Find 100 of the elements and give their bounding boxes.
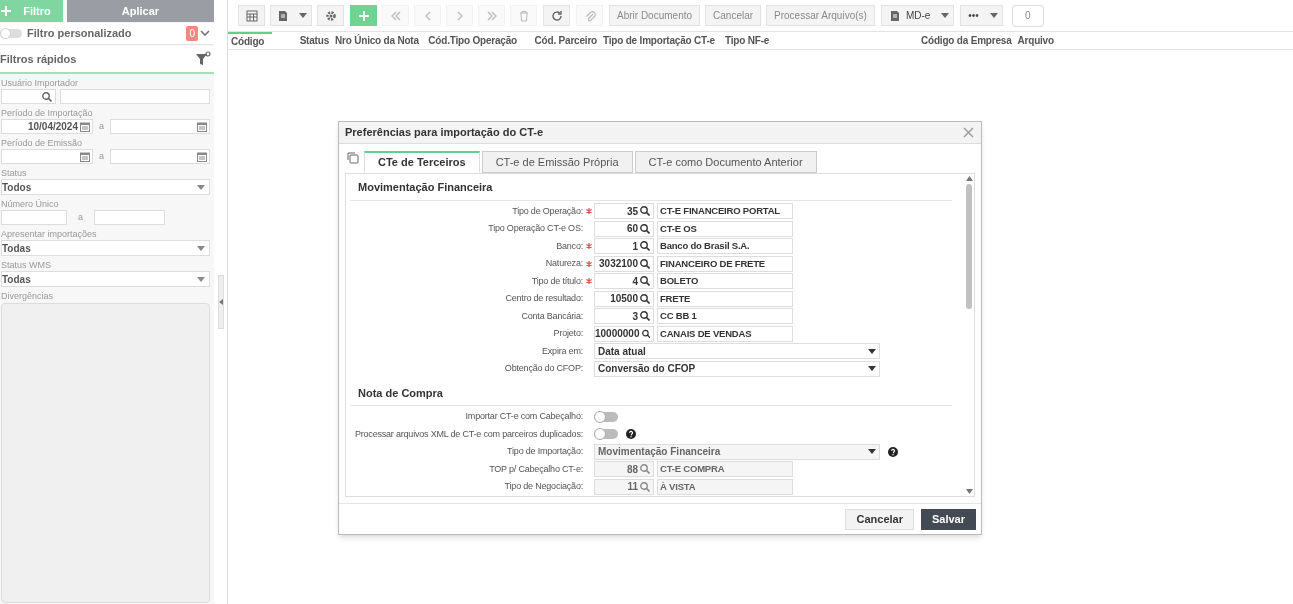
input-field[interactable]: CT-E FINANCEIRO PORTAL: [657, 203, 793, 220]
input-field[interactable]: FINANCEIRO DE FRETE: [657, 255, 793, 272]
column-header[interactable]: Nro Único da Nota: [332, 32, 422, 49]
code-field[interactable]: 1: [594, 238, 654, 255]
document-icon: [888, 9, 901, 22]
toolbar-icon-button[interactable]: [543, 5, 570, 26]
toggle-switch[interactable]: [594, 429, 618, 440]
toggle-switch[interactable]: [594, 411, 618, 422]
tab[interactable]: CT-e de Emissão Própria: [481, 151, 633, 173]
column-header[interactable]: Código: [228, 32, 272, 49]
cancel-button[interactable]: Cancelar: [845, 508, 914, 530]
search-icon: [640, 293, 650, 304]
tab[interactable]: CT-e como Documento Anterior: [634, 151, 817, 173]
range-separator: a: [78, 210, 83, 224]
caret-down-icon: [197, 184, 205, 190]
toolbar-button[interactable]: MD-e: [880, 5, 938, 26]
date-field[interactable]: [110, 149, 210, 164]
search-icon: [640, 206, 650, 217]
field-value: À VISTA: [660, 479, 696, 494]
code-field[interactable]: [1, 89, 56, 104]
toolbar-icon-button[interactable]: [270, 5, 295, 26]
select-field[interactable]: Todas: [1, 240, 210, 256]
toolbar-icon-button[interactable]: [238, 5, 265, 26]
date-value: 10/04/2024: [27, 120, 78, 134]
select-field[interactable]: Todas: [1, 271, 210, 287]
field-label: Banco:: [556, 239, 583, 253]
select-field[interactable]: Conversão do CFOP: [594, 360, 880, 377]
field-value: CT-E FINANCEIRO PORTAL: [660, 204, 780, 219]
range-separator: a: [99, 149, 104, 163]
caret-down-icon: [197, 276, 205, 282]
field-value: 3: [632, 309, 638, 324]
field-label: Status WMS: [0, 259, 52, 271]
field-value: 11: [627, 480, 638, 494]
input-field[interactable]: [1, 210, 67, 225]
input-field[interactable]: [94, 210, 165, 225]
select-field[interactable]: Todos: [1, 179, 210, 195]
field-label: Conta Bancária:: [521, 309, 583, 323]
code-field[interactable]: 3: [594, 308, 654, 325]
caret-down-icon: [197, 245, 205, 251]
input-field[interactable]: BOLETO: [657, 273, 793, 290]
date-field[interactable]: 10/04/2024: [1, 119, 93, 134]
field-value: CT-E COMPRA: [660, 462, 725, 477]
tab[interactable]: CTe de Terceiros: [364, 151, 480, 173]
field-label: Importar CT-e com Cabeçalho:: [465, 410, 583, 423]
dropdown-button[interactable]: [937, 5, 955, 26]
plus-icon: [357, 9, 370, 22]
collapse-handle[interactable]: [217, 275, 224, 329]
field-label: Projeto:: [553, 327, 583, 340]
column-header[interactable]: Tipo NF-e: [722, 32, 918, 49]
select-field[interactable]: Data atual: [594, 343, 880, 360]
caret-down-icon: [989, 13, 998, 18]
code-field[interactable]: 4: [594, 273, 654, 290]
column-header[interactable]: Cód.Tipo Operação: [422, 32, 520, 49]
date-field[interactable]: [1, 149, 93, 164]
input-field[interactable]: CC BB 1: [657, 308, 793, 325]
caret-down-icon: [868, 449, 876, 455]
code-field[interactable]: 35: [594, 203, 654, 220]
column-header[interactable]: Código da Empresa: [918, 32, 1015, 49]
caret-left-icon: [218, 299, 223, 305]
toolbar-icon-button[interactable]: [317, 5, 344, 26]
code-field[interactable]: 3032100: [594, 255, 654, 272]
field-value: 3032100: [599, 257, 638, 271]
column-header[interactable]: Arquivo: [1014, 32, 1079, 49]
column-header[interactable]: Status: [272, 32, 332, 49]
toggle-switch[interactable]: [0, 29, 22, 38]
input-field[interactable]: Banco do Brasil S.A.: [657, 238, 793, 255]
input-field[interactable]: CT-E OS: [657, 220, 793, 237]
input-field[interactable]: [60, 89, 210, 104]
field-label: Tipo Operação CT-e OS:: [488, 222, 583, 235]
column-header[interactable]: Cód. Parceiro: [520, 32, 600, 49]
close-button[interactable]: [961, 125, 975, 140]
column-header[interactable]: Tipo de Importação CT-e: [600, 32, 722, 49]
save-button[interactable]: Salvar: [920, 508, 976, 530]
code-field[interactable]: 10500: [594, 290, 654, 307]
filter-icon: [195, 51, 211, 67]
caret-down-icon: [868, 366, 876, 372]
dropdown-button[interactable]: [295, 5, 312, 26]
code-field[interactable]: 10000000: [594, 325, 654, 342]
field-value: 88: [626, 462, 638, 477]
field-label: Tipo de título:: [531, 274, 583, 288]
input-field[interactable]: CANAIS DE VENDAS: [657, 325, 793, 342]
caret-down-icon: [868, 348, 876, 354]
field-value: FINANCEIRO DE FRETE: [660, 256, 765, 271]
toolbar-button[interactable]: •••: [960, 5, 986, 26]
field-value: 4: [632, 274, 638, 289]
input-field[interactable]: FRETE: [657, 290, 793, 307]
field-value: FRETE: [660, 291, 691, 306]
field-value: 1: [632, 239, 638, 254]
date-field[interactable]: [110, 119, 210, 134]
field-label: Tipo de Negociação:: [504, 480, 583, 493]
code-field[interactable]: 60: [594, 220, 654, 237]
field-value: 60: [626, 222, 638, 236]
select-value: Data atual: [598, 344, 646, 359]
dialog-title: Preferências para importação do CT-e: [345, 125, 544, 141]
field-label: Período de Importação: [0, 107, 94, 119]
calendar-icon: [197, 121, 207, 132]
caret-down-icon: [299, 13, 307, 18]
double-chevron-right-icon: [485, 9, 498, 22]
scrollbar[interactable]: [964, 174, 974, 496]
select-value: Todas: [2, 272, 31, 287]
